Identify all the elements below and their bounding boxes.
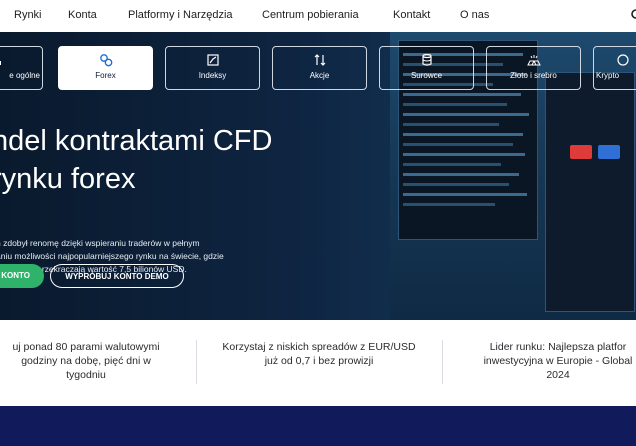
category-label: e ogólne (9, 71, 40, 80)
category-label: Surowce (410, 71, 443, 80)
category-label: Krypto (596, 71, 620, 80)
category-tile-surowce[interactable]: Surowce (379, 46, 474, 90)
nav-item-platformy[interactable]: Platformy i Narzędzia (128, 9, 233, 21)
nav-item-o-nas[interactable]: O nas (460, 9, 489, 21)
category-tile-forex[interactable]: Forex (58, 46, 153, 90)
hero-title-line: rynku forex (0, 163, 136, 195)
search-icon[interactable] (630, 8, 636, 22)
feature-line: godziny na dobę, pięć dni w (21, 355, 151, 367)
feature-line: uj ponad 80 parami walutowymi (12, 341, 160, 353)
category-label: Forex (95, 71, 116, 80)
category-label: Złoto i srebro (510, 71, 557, 80)
feature-item: Korzystaj z niskich spreadów z EUR/USD j… (206, 340, 432, 368)
open-account-button[interactable]: KONTO (0, 264, 44, 288)
gold-bars-icon (526, 55, 541, 66)
demo-account-button[interactable]: WYPRÓBUJ KONTO DEMO (50, 264, 184, 288)
category-tile-krypto[interactable]: Krypto (593, 46, 636, 90)
divider (196, 340, 197, 384)
feature-line: 2024 (546, 369, 570, 381)
currency-exchange-icon (99, 54, 112, 67)
nav-item-kontakt[interactable]: Kontakt (393, 9, 430, 21)
hero-desc-line: n zdobył renomę dzięki wspieraniu trader… (0, 238, 200, 248)
nav-item-centrum-pobierania[interactable]: Centrum pobierania (262, 9, 359, 21)
feature-item: Lider runku: Najlepsza platfor inwestycy… (458, 340, 636, 382)
feature-line: tygodniu (66, 369, 106, 381)
feature-line: Korzystaj z niskich spreadów z EUR/USD (222, 341, 416, 353)
barrel-icon (421, 53, 432, 66)
category-tile-zloto-srebro[interactable]: Złoto i srebro (486, 46, 581, 90)
feature-item: uj ponad 80 parami walutowymi godziny na… (0, 340, 186, 382)
footer-band (0, 406, 636, 446)
top-nav: Rynki Konta Platformy i Narzędzia Centru… (0, 0, 636, 32)
hero-section: e ogólne Forex Indeksy Akcje Surowce Zło… (0, 32, 636, 320)
category-label: Indeksy (198, 71, 227, 80)
feature-line: już od 0,7 i bez prowizji (264, 355, 374, 367)
stocks-icon (314, 54, 325, 66)
feature-line: Lider runku: Najlepsza platfor (489, 341, 627, 353)
crypto-icon (617, 54, 629, 66)
feature-line: inwestycyjna w Europie - Global (483, 355, 633, 367)
category-tile-overview[interactable]: e ogólne (0, 46, 43, 90)
chart-icon (0, 61, 1, 65)
hero-title: ndel kontraktami CFD rynku forex (0, 122, 272, 198)
hero-desc-line: aniu możliwości najpopularniejszego rynk… (0, 251, 224, 261)
divider (442, 340, 443, 384)
category-tile-akcje[interactable]: Akcje (272, 46, 367, 90)
nav-item-rynki[interactable]: Rynki (14, 9, 42, 21)
category-tile-indeksy[interactable]: Indeksy (165, 46, 260, 90)
category-label: Akcje (309, 71, 330, 80)
features-row: uj ponad 80 parami walutowymi godziny na… (0, 320, 636, 406)
nav-item-konta[interactable]: Konta (68, 9, 97, 21)
mobile-app-image (545, 72, 635, 312)
index-chart-icon (206, 54, 219, 66)
hero-title-line: ndel kontraktami CFD (0, 125, 273, 157)
